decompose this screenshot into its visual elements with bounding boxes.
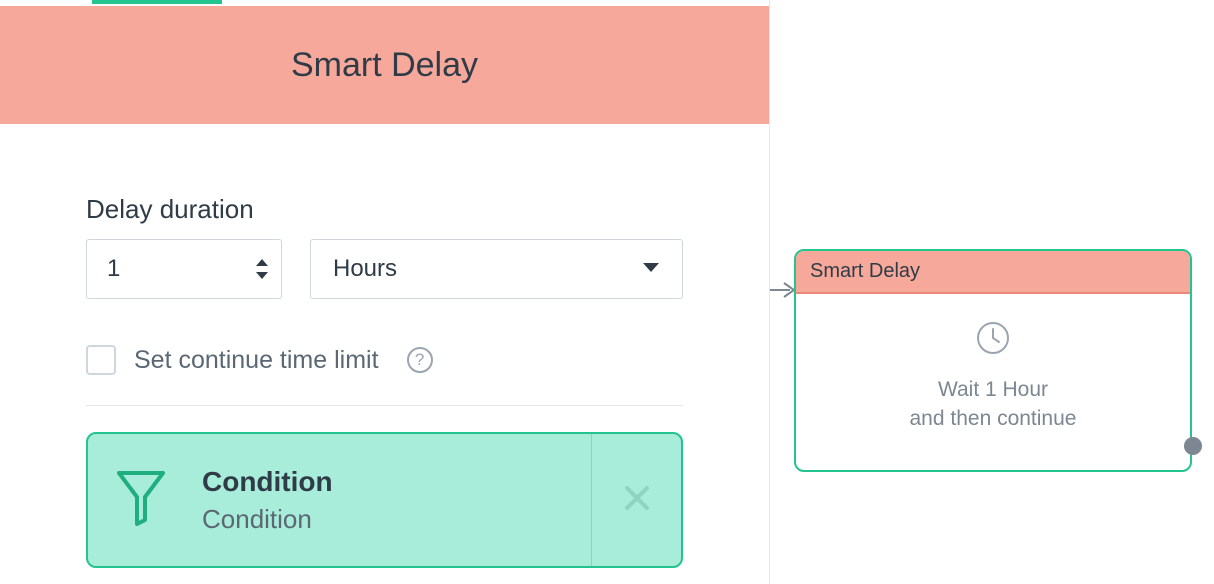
duration-value-stepper[interactable]: 1 — [86, 239, 282, 299]
active-tab-indicator — [92, 0, 222, 4]
smart-delay-node[interactable]: Smart Delay Wait 1 Hour and then continu… — [794, 249, 1192, 472]
section-divider — [86, 405, 683, 406]
continue-limit-checkbox[interactable] — [86, 345, 116, 375]
node-body: Wait 1 Hour and then continue — [796, 294, 1190, 470]
node-line1: Wait 1 Hour — [938, 378, 1048, 401]
flow-arrow-in-icon — [770, 281, 796, 304]
duration-unit-value: Hours — [333, 255, 642, 283]
continue-limit-row: Set continue time limit ? — [86, 345, 683, 375]
condition-remove-button[interactable] — [591, 434, 681, 566]
node-header: Smart Delay — [796, 251, 1190, 294]
chevron-down-icon — [642, 260, 660, 278]
node-description: Wait 1 Hour and then continue — [910, 375, 1077, 434]
stepper-up-icon[interactable] — [255, 258, 269, 267]
duration-value: 1 — [107, 255, 255, 283]
help-icon[interactable]: ? — [407, 347, 433, 373]
close-icon — [623, 484, 651, 517]
condition-text: Condition Condition — [202, 466, 591, 535]
condition-title: Condition — [202, 466, 591, 498]
flow-canvas[interactable]: Smart Delay Wait 1 Hour and then continu… — [770, 0, 1214, 584]
duration-label: Delay duration — [86, 194, 683, 225]
stepper-down-icon[interactable] — [255, 271, 269, 280]
node-line2: and then continue — [910, 407, 1077, 430]
clock-icon — [975, 320, 1011, 361]
funnel-icon — [116, 470, 166, 531]
duration-row: 1 Hours — [86, 239, 683, 299]
condition-subtitle: Condition — [202, 504, 591, 535]
stepper-controls — [255, 258, 269, 280]
condition-card[interactable]: Condition Condition — [86, 432, 683, 568]
continue-limit-label: Set continue time limit — [134, 346, 379, 375]
config-panel: Smart Delay Delay duration 1 Hours — [0, 0, 770, 584]
duration-unit-select[interactable]: Hours — [310, 239, 683, 299]
node-output-connector[interactable] — [1184, 437, 1202, 455]
panel-title: Smart Delay — [291, 46, 478, 85]
panel-body: Delay duration 1 Hours — [0, 124, 769, 568]
panel-header: Smart Delay — [0, 6, 769, 124]
